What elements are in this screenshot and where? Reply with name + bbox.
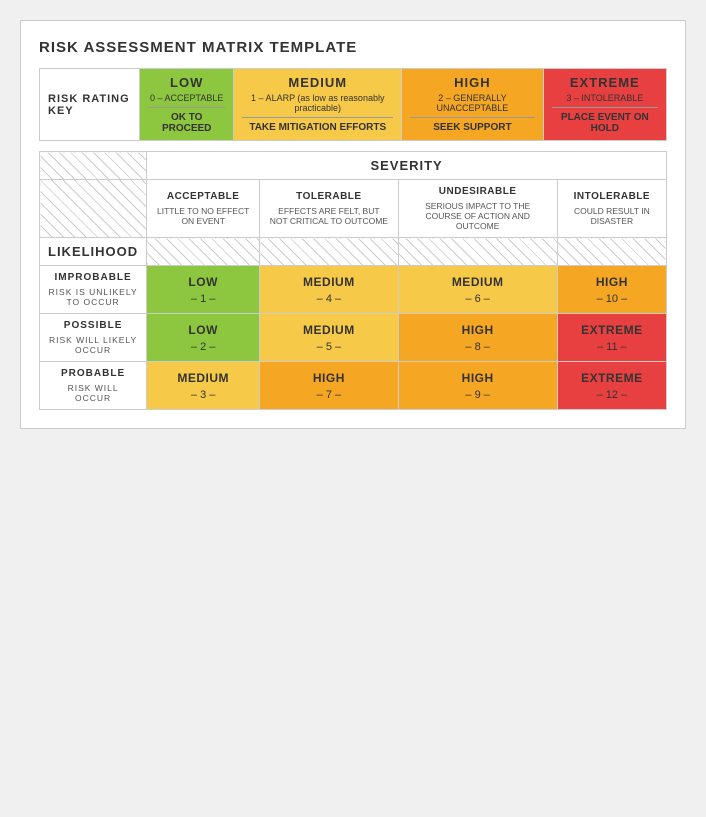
- row-possible-label: POSSIBLE RISK WILL LIKELY OCCUR: [40, 314, 147, 362]
- cell-improbable-tolerable: MEDIUM – 4 –: [260, 266, 398, 314]
- cell-probable-tolerable: HIGH – 7 –: [260, 362, 398, 410]
- cell-possible-intolerable: EXTREME – 11 –: [557, 314, 666, 362]
- row-improbable-label: IMPROBABLE RISK IS UNLIKELY TO OCCUR: [40, 266, 147, 314]
- rk-extreme-header: EXTREME: [552, 75, 658, 90]
- lh-hatched-3: [398, 238, 557, 266]
- col-header-intolerable: INTOLERABLE COULD RESULT IN DISASTER: [557, 180, 666, 238]
- rk-medium-divider: [242, 117, 393, 118]
- cell-probable-acceptable: MEDIUM – 3 –: [147, 362, 260, 410]
- lh-hatched-4: [557, 238, 666, 266]
- rk-medium-sub: 1 – ALARP (as low as reasonably practica…: [242, 93, 393, 113]
- main-container: RISK ASSESSMENT MATRIX TEMPLATE RISK RAT…: [20, 20, 686, 429]
- cell-probable-intolerable: EXTREME – 12 –: [557, 362, 666, 410]
- rk-medium-header: MEDIUM: [242, 75, 393, 90]
- col-header-tolerable: TOLERABLE EFFECTS ARE FELT, BUT NOT CRIT…: [260, 180, 398, 238]
- rk-high-action: SEEK SUPPORT: [410, 122, 534, 133]
- cell-probable-undesirable: HIGH – 9 –: [398, 362, 557, 410]
- lh-hatched-1: [147, 238, 260, 266]
- corner-hatched: [40, 152, 147, 180]
- severity-header: SEVERITY: [147, 152, 667, 180]
- rk-extreme-cell: EXTREME 3 – INTOLERABLE PLACE EVENT ON H…: [543, 69, 666, 141]
- rk-low-header: LOW: [148, 75, 225, 90]
- rk-low-sub: 0 – ACCEPTABLE: [148, 93, 225, 103]
- row-probable-label: PROBABLE RISK WILL OCCUR: [40, 362, 147, 410]
- cell-improbable-undesirable: MEDIUM – 6 –: [398, 266, 557, 314]
- rk-high-sub: 2 – GENERALLY UNACCEPTABLE: [410, 93, 534, 113]
- rk-low-action: OK TO PROCEED: [148, 112, 225, 134]
- rating-key-table: RISK RATING KEY LOW 0 – ACCEPTABLE OK TO…: [39, 68, 667, 141]
- page-title: RISK ASSESSMENT MATRIX TEMPLATE: [39, 39, 667, 56]
- lh-hatched-2: [260, 238, 398, 266]
- rk-high-cell: HIGH 2 – GENERALLY UNACCEPTABLE SEEK SUP…: [402, 69, 543, 141]
- rk-high-header: HIGH: [410, 75, 534, 90]
- rk-high-divider: [410, 117, 534, 118]
- rk-medium-cell: MEDIUM 1 – ALARP (as low as reasonably p…: [234, 69, 402, 141]
- rk-medium-action: TAKE MITIGATION EFFORTS: [242, 122, 393, 133]
- corner-hatched-2: [40, 180, 147, 238]
- cell-possible-tolerable: MEDIUM – 5 –: [260, 314, 398, 362]
- cell-improbable-intolerable: HIGH – 10 –: [557, 266, 666, 314]
- rk-low-cell: LOW 0 – ACCEPTABLE OK TO PROCEED: [140, 69, 234, 141]
- likelihood-header: LIKELIHOOD: [40, 238, 147, 266]
- severity-matrix-table: SEVERITY ACCEPTABLE LITTLE TO NO EFFECT …: [39, 151, 667, 410]
- rk-extreme-action: PLACE EVENT ON HOLD: [552, 112, 658, 134]
- cell-possible-acceptable: LOW – 2 –: [147, 314, 260, 362]
- rk-low-divider: [148, 107, 225, 108]
- col-header-undesirable: UNDESIRABLE SERIOUS IMPACT TO THE COURSE…: [398, 180, 557, 238]
- cell-possible-undesirable: HIGH – 8 –: [398, 314, 557, 362]
- cell-improbable-acceptable: LOW – 1 –: [147, 266, 260, 314]
- rating-key-label: RISK RATING KEY: [40, 69, 140, 141]
- rk-extreme-divider: [552, 107, 658, 108]
- col-header-acceptable: ACCEPTABLE LITTLE TO NO EFFECT ON EVENT: [147, 180, 260, 238]
- rk-extreme-sub: 3 – INTOLERABLE: [552, 93, 658, 103]
